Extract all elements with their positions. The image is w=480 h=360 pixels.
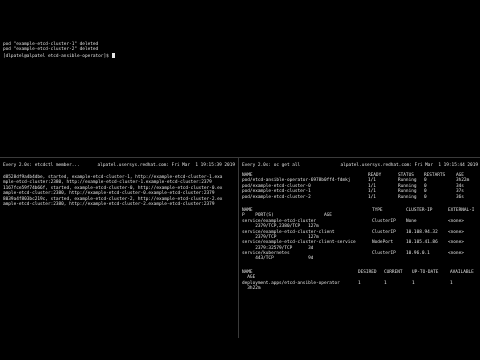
pod-restarts: 0 [424,194,427,200]
service-ports-age: 443/TCP 9d [242,256,314,262]
oc-get-all-watch-pane[interactable]: Every 2.0s: oc get all alpatel.usersys.r… [240,158,480,338]
watch-command-label: Every 2.0s: oc get all [242,163,301,168]
letterbox-bottom [0,338,480,360]
watch-host-timestamp: alpatel.usersys.redhat.com: Fri Mar 1 19… [340,163,478,168]
watch-command-label: Every 2.0s: etcdctl member... [3,163,80,168]
watch-host-timestamp: alpatel.usersys.redhat.com: Fri Mar 1 19… [97,163,235,168]
pod-name: pod/example-etcd-cluster-2 [242,194,311,200]
terminal-prompt-line[interactable]: [dlpatel@alpatel etcd-ansible-operator]$ [3,52,116,59]
table-row-wrap: 443/TCP 9d [242,256,480,261]
pod-age: 36s [456,194,464,200]
deployment-age: 3h22m [242,286,261,292]
etcdctl-watch-pane[interactable]: Every 2.0s: etcdctl member... alpatel.us… [0,158,238,338]
pod-ready: 1/1 [368,194,376,200]
text-cursor [112,52,116,58]
top-terminal-pane[interactable]: pod "example-etcd-cluster-1" deleted pod… [0,0,480,156]
member-list-line: ample-etcd-cluster:2380, http://example-… [3,202,215,208]
member-list-line: ample-etcd-cluster:2380, http://example-… [3,191,215,197]
table-row-wrap: 3h22m [242,286,480,291]
table-row: pod/example-etcd-cluster-2 1/1 Running 0… [242,195,480,200]
shell-prompt: [dlpatel@alpatel etcd-ansible-operator]$ [3,53,112,59]
pod-status: Running [398,194,417,200]
pane-divider-vertical[interactable] [238,158,239,338]
